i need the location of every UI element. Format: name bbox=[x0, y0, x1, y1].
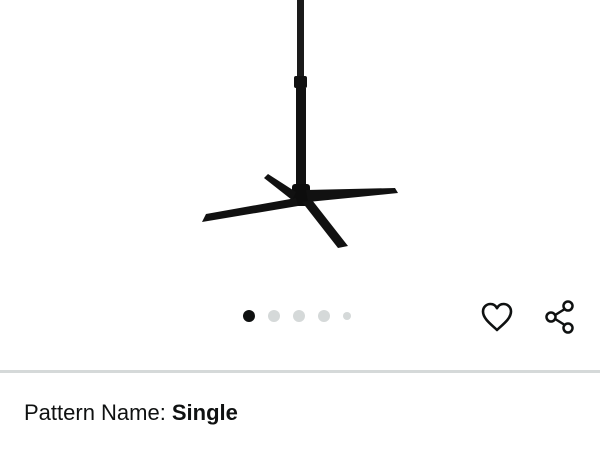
stand-collar bbox=[294, 76, 307, 88]
stand-upper-pole bbox=[297, 0, 304, 80]
carousel-dot-2[interactable] bbox=[268, 310, 280, 322]
section-divider bbox=[0, 370, 600, 373]
share-button[interactable] bbox=[540, 297, 580, 337]
stand-leg-front bbox=[302, 200, 348, 248]
carousel-dot-4[interactable] bbox=[318, 310, 330, 322]
share-icon bbox=[545, 300, 574, 334]
pattern-name-value: Single bbox=[171, 400, 238, 425]
stand-leg-right bbox=[306, 188, 398, 202]
product-image[interactable] bbox=[0, 0, 600, 290]
stand-lower-pole bbox=[296, 88, 306, 188]
stand-leg-back-left bbox=[264, 174, 296, 200]
stand-illustration bbox=[202, 0, 398, 248]
stand-leg-left bbox=[202, 198, 298, 222]
carousel-dot-3[interactable] bbox=[293, 310, 305, 322]
pattern-name-label: Pattern Name: bbox=[24, 400, 166, 425]
image-carousel-indicator bbox=[243, 309, 351, 323]
carousel-dot-5[interactable] bbox=[343, 312, 351, 320]
product-detail-page: Pattern Name: Single bbox=[0, 0, 600, 450]
add-to-list-button[interactable] bbox=[477, 297, 517, 337]
carousel-dot-1[interactable] bbox=[243, 310, 255, 322]
heart-outline-icon bbox=[481, 302, 513, 332]
pattern-name-row: Pattern Name: Single bbox=[24, 399, 238, 427]
